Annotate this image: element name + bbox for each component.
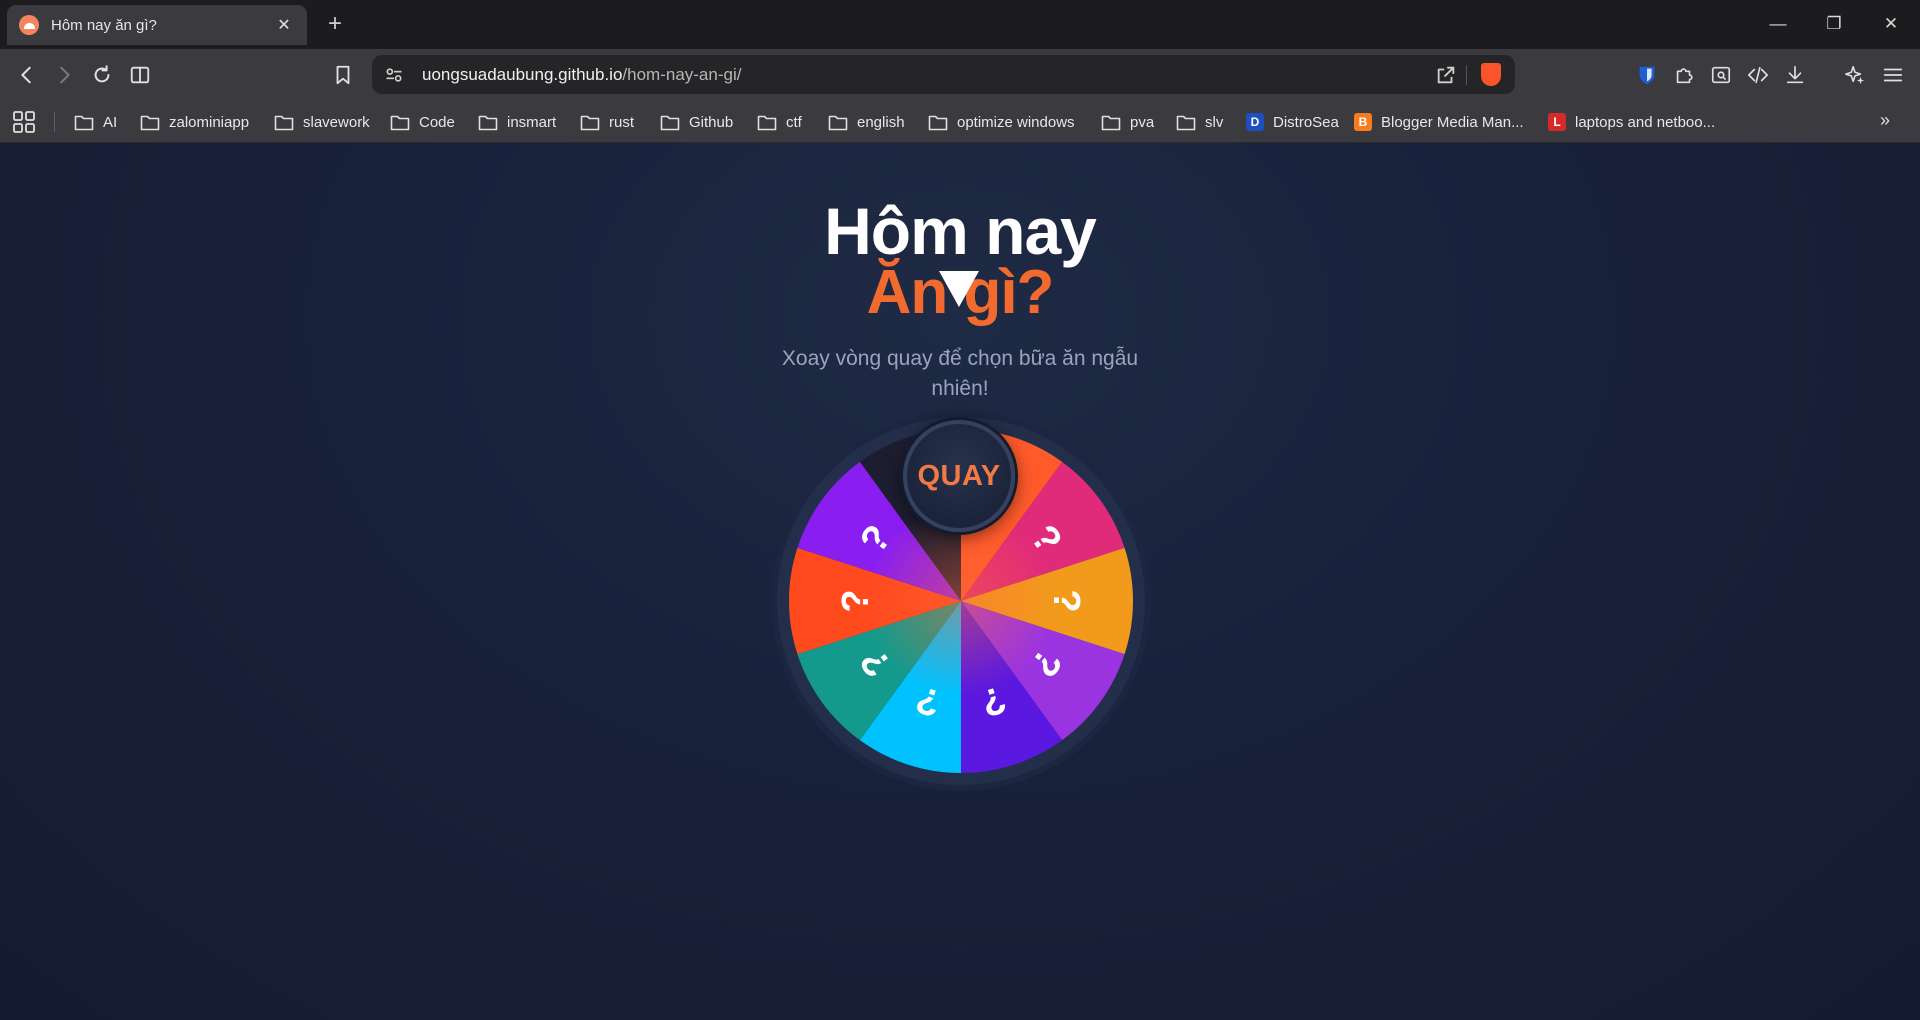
site-favicon-icon: D xyxy=(1246,113,1264,131)
bookmark-item[interactable]: slv xyxy=(1176,109,1223,135)
site-favicon-icon xyxy=(19,15,39,35)
address-divider xyxy=(1466,65,1467,85)
wheel-segment-label: ? xyxy=(1045,589,1087,612)
bookmark-item[interactable]: D DistroSea xyxy=(1246,109,1339,135)
bookmark-label: rust xyxy=(609,113,635,131)
folder-icon xyxy=(580,115,600,130)
site-favicon-icon: L xyxy=(1548,113,1566,131)
extensions-puzzle-icon[interactable] xyxy=(1671,62,1697,88)
share-icon[interactable] xyxy=(1435,64,1457,86)
bookmark-item[interactable]: Llaptops and netboo... xyxy=(1548,109,1715,135)
wheel-segment-label: ? xyxy=(835,589,877,612)
forward-arrow-icon xyxy=(60,66,70,84)
bookmark-item[interactable]: pva xyxy=(1101,109,1154,135)
folder-icon xyxy=(660,115,680,130)
reload-icon xyxy=(94,65,110,83)
downloads-icon[interactable] xyxy=(1782,62,1808,88)
devtools-code-icon[interactable] xyxy=(1745,62,1771,88)
bookmark-label: DistroSea xyxy=(1273,113,1339,131)
tab-strip: Hôm nay ăn gì? ✕ + — ❐ ✕ xyxy=(0,0,1920,49)
bookmark-label: pva xyxy=(1130,113,1155,131)
new-tab-button[interactable]: + xyxy=(320,10,350,40)
bookmark-item[interactable]: rust xyxy=(580,109,634,135)
bookmark-item[interactable]: AI xyxy=(74,109,117,135)
bookmarks-bar: AI zalominiapp slavework Code insmart rust Git… xyxy=(0,101,1920,143)
minimize-button[interactable]: — xyxy=(1758,8,1798,40)
bitwarden-extension-icon[interactable] xyxy=(1634,62,1660,88)
reload-button[interactable] xyxy=(85,59,119,91)
folder-icon xyxy=(390,115,410,130)
folder-icon xyxy=(757,115,777,130)
bookmark-item[interactable]: english xyxy=(828,109,905,135)
bookmark-label: AI xyxy=(103,113,118,131)
bookmark-label: laptops and netboo... xyxy=(1575,113,1716,131)
tab-title: Hôm nay ăn gì? xyxy=(51,16,157,34)
brave-shield-icon[interactable] xyxy=(1481,63,1501,86)
close-tab-icon[interactable]: ✕ xyxy=(273,15,295,35)
bookmark-icon xyxy=(336,65,350,85)
sidebar-icon xyxy=(130,66,150,84)
folder-icon xyxy=(1101,115,1121,130)
back-button[interactable] xyxy=(10,59,44,91)
navigation-bar: uongsuadaubung.github.io/hom-nay-an-gi/ xyxy=(0,49,1920,101)
bookmark-label: zalominiapp xyxy=(169,113,250,131)
folder-icon xyxy=(74,115,94,130)
main-menu-icon[interactable] xyxy=(1880,62,1906,88)
wheel-center-glow xyxy=(866,506,1056,696)
bookmark-label: optimize windows xyxy=(957,113,1075,131)
folder-icon xyxy=(928,115,948,130)
forward-button[interactable] xyxy=(47,59,81,91)
bookmark-label: insmart xyxy=(507,113,557,131)
bookmark-item[interactable]: Github xyxy=(660,109,733,135)
bookmark-label: Github xyxy=(689,113,734,131)
folder-icon xyxy=(828,115,848,130)
sidebar-toggle-button[interactable] xyxy=(123,59,157,91)
bookmark-label: Code xyxy=(419,113,455,131)
reader-mode-icon[interactable] xyxy=(1708,62,1734,88)
bookmark-label: english xyxy=(857,113,905,131)
bookmark-item[interactable]: Code xyxy=(390,109,455,135)
url-host: uongsuadaubung.github.io xyxy=(422,64,623,84)
more-bookmarks-icon[interactable]: » xyxy=(1880,110,1890,131)
wheel-pointer-icon xyxy=(939,271,979,307)
bookmark-item[interactable]: ctf xyxy=(757,109,802,135)
folder-icon xyxy=(1176,115,1196,130)
url-path: /hom-nay-an-gi/ xyxy=(622,64,742,84)
folder-icon xyxy=(478,115,498,130)
bookmarks-divider xyxy=(54,112,55,132)
back-arrow-icon xyxy=(21,66,31,84)
bookmark-item[interactable]: slavework xyxy=(274,109,370,135)
bookmark-page-button[interactable] xyxy=(326,59,360,91)
spin-button[interactable]: QUAY xyxy=(903,420,1015,532)
leo-ai-sparkle-icon[interactable] xyxy=(1842,62,1868,88)
bookmark-item[interactable]: B Blogger Media Man... xyxy=(1354,109,1524,135)
site-favicon-icon: B xyxy=(1354,113,1372,131)
apps-grid-icon[interactable] xyxy=(12,110,36,134)
bookmark-label: slv xyxy=(1205,113,1224,131)
site-settings-icon[interactable] xyxy=(384,65,404,85)
bookmark-item[interactable]: zalominiapp xyxy=(140,109,249,135)
url-text: uongsuadaubung.github.io/hom-nay-an-gi/ xyxy=(422,65,741,85)
bookmark-item[interactable]: optimize windows xyxy=(928,109,1075,135)
bookmark-label: Blogger Media Man... xyxy=(1381,113,1524,131)
bookmark-item[interactable]: insmart xyxy=(478,109,556,135)
page-subtitle: Xoay vòng quay để chọn bữa ăn ngẫu nhiên… xyxy=(781,347,1139,400)
folder-icon xyxy=(274,115,294,130)
address-bar[interactable]: uongsuadaubung.github.io/hom-nay-an-gi/ xyxy=(372,55,1515,94)
folder-icon xyxy=(140,115,160,130)
close-window-button[interactable]: ✕ xyxy=(1871,8,1911,40)
bookmark-label: slavework xyxy=(303,113,370,131)
bookmark-label: ctf xyxy=(786,113,802,131)
restore-button[interactable]: ❐ xyxy=(1814,8,1854,40)
active-tab[interactable]: Hôm nay ăn gì? ✕ xyxy=(7,5,307,45)
